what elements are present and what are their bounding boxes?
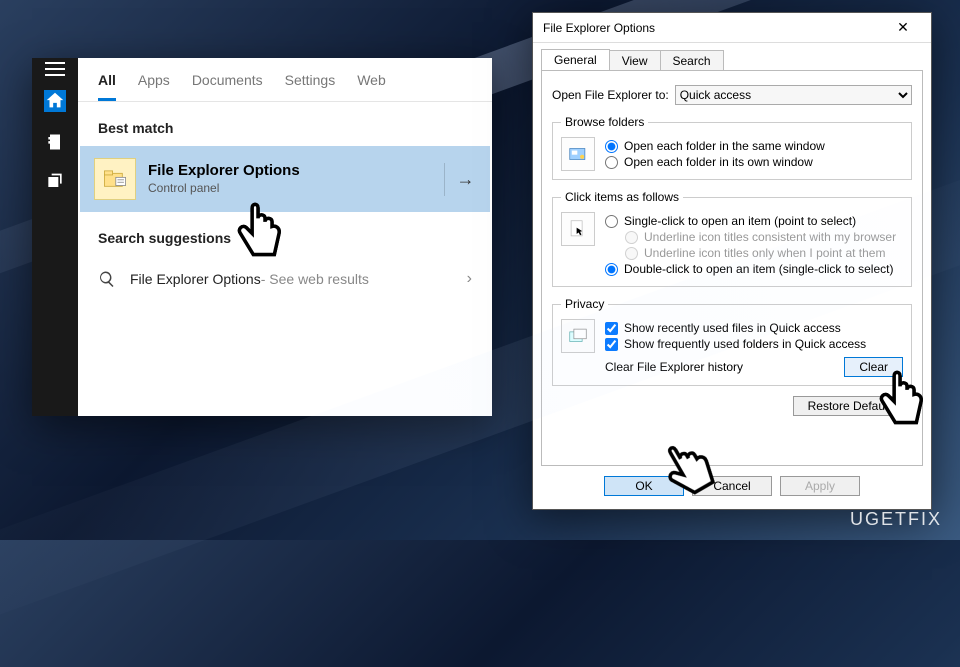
radio-same-window[interactable]: Open each folder in the same window xyxy=(605,139,903,153)
open-to-row: Open File Explorer to: Quick access xyxy=(552,85,912,105)
chevron-right-icon: › xyxy=(467,270,472,288)
click-items-group: Click items as follows Single-click to o… xyxy=(552,190,912,287)
folder-options-icon xyxy=(94,158,136,200)
clear-button[interactable]: Clear xyxy=(844,357,903,377)
suggestions-heading: Search suggestions xyxy=(78,212,492,256)
tab-search[interactable]: Search xyxy=(660,50,724,71)
dialog-footer: OK Cancel Apply xyxy=(533,466,931,506)
browse-folders-legend: Browse folders xyxy=(561,115,648,129)
privacy-group: Privacy Show recently used files in Quic… xyxy=(552,297,912,386)
restore-defaults-button[interactable]: Restore Defaults xyxy=(793,396,912,416)
cancel-button[interactable]: Cancel xyxy=(692,476,772,496)
clear-history-label: Clear File Explorer history xyxy=(605,360,844,374)
privacy-icon xyxy=(561,319,595,353)
cortana-search-panel: All Apps Documents Settings Web Best mat… xyxy=(32,58,492,416)
open-to-label: Open File Explorer to: xyxy=(552,88,669,102)
suggestion-text: File Explorer Options xyxy=(130,271,261,287)
tab-view[interactable]: View xyxy=(609,50,661,71)
tab-general[interactable]: General xyxy=(541,49,610,70)
cortana-rail xyxy=(32,58,78,416)
close-icon[interactable]: ✕ xyxy=(883,19,923,36)
suggestion-suffix: - See web results xyxy=(261,271,369,287)
web-suggestion[interactable]: File Explorer Options - See web results … xyxy=(78,256,492,302)
result-subtitle: Control panel xyxy=(148,181,219,195)
tab-apps[interactable]: Apps xyxy=(138,72,170,101)
dialog-titlebar[interactable]: File Explorer Options ✕ xyxy=(533,13,931,43)
result-text: File Explorer Options Control panel xyxy=(148,162,300,197)
dialog-body: Open File Explorer to: Quick access Brow… xyxy=(541,70,923,466)
browse-folders-group: Browse folders Open each folder in the s… xyxy=(552,115,912,180)
search-main: All Apps Documents Settings Web Best mat… xyxy=(78,58,492,416)
radio-single-click[interactable]: Single-click to open an item (point to s… xyxy=(605,214,903,228)
search-icon xyxy=(98,270,116,288)
apply-button[interactable]: Apply xyxy=(780,476,860,496)
tab-web[interactable]: Web xyxy=(357,72,386,101)
collections-icon[interactable] xyxy=(45,172,65,192)
radio-underline-browser: Underline icon titles consistent with my… xyxy=(625,230,903,244)
file-explorer-options-dialog: File Explorer Options ✕ General View Sea… xyxy=(532,12,932,510)
best-match-result[interactable]: File Explorer Options Control panel → xyxy=(80,146,490,212)
open-to-select[interactable]: Quick access xyxy=(675,85,912,105)
browse-folders-icon xyxy=(561,137,595,171)
radio-underline-point: Underline icon titles only when I point … xyxy=(625,246,903,260)
tab-all[interactable]: All xyxy=(98,72,116,101)
result-title: File Explorer Options xyxy=(148,162,300,179)
ok-button[interactable]: OK xyxy=(604,476,684,496)
dialog-title: File Explorer Options xyxy=(543,21,655,35)
menu-icon[interactable] xyxy=(45,68,65,70)
watermark: UGETFIX xyxy=(850,509,942,530)
search-tabs: All Apps Documents Settings Web xyxy=(78,58,492,102)
result-expand-icon[interactable]: → xyxy=(444,163,476,196)
radio-double-click[interactable]: Double-click to open an item (single-cli… xyxy=(605,262,903,276)
dialog-tabs: General View Search xyxy=(533,43,931,70)
check-frequent-folders[interactable]: Show frequently used folders in Quick ac… xyxy=(605,337,903,351)
click-items-legend: Click items as follows xyxy=(561,190,683,204)
home-icon[interactable] xyxy=(44,90,66,112)
radio-own-window[interactable]: Open each folder in its own window xyxy=(605,155,903,169)
check-recent-files[interactable]: Show recently used files in Quick access xyxy=(605,321,903,335)
tab-documents[interactable]: Documents xyxy=(192,72,263,101)
privacy-legend: Privacy xyxy=(561,297,608,311)
notebook-icon[interactable] xyxy=(45,132,65,152)
tab-settings[interactable]: Settings xyxy=(285,72,336,101)
best-match-heading: Best match xyxy=(78,102,492,146)
click-items-icon xyxy=(561,212,595,246)
